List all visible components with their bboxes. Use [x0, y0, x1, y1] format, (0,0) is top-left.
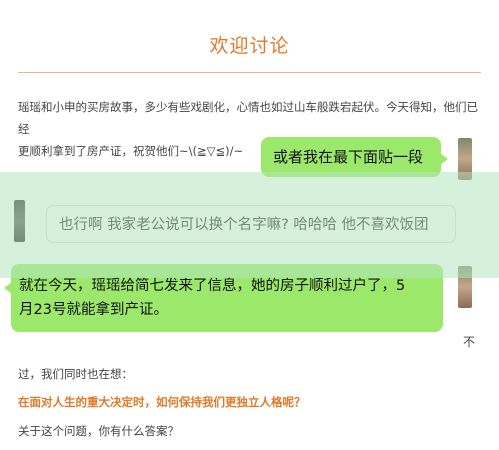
page-title: 欢迎讨论 [209, 35, 290, 57]
chat-bubble-green: 就在今天，瑶瑶给简七发来了信息，她的房子顺利过户了，5 月23号就能拿到产证。 [4, 264, 443, 332]
intro-line-1: 瑶瑶和小申的买房故事，多少有些戏剧化，心情也如过山车般跌宕起伏。今天得知，他们已… [18, 100, 478, 136]
question-highlight: 在面对人生的重大决定时，如何保持我们更独立人格呢？ [18, 395, 306, 409]
question-lead: 过，我们同时也在想： [18, 367, 133, 381]
chat-side-text: 不 [463, 335, 476, 349]
chat-bubble-line-2: 月23号就能拿到产证。 [19, 302, 168, 318]
title-divider [18, 72, 481, 73]
chat-bubble-line-1: 就在今天，瑶瑶给简七发来了信息，她的房子顺利过户了，5 [19, 278, 406, 294]
avatar [458, 138, 472, 180]
chat-bubble-right: 或者我在最下面贴一段 [261, 137, 448, 177]
chat-bubble-left: 也行啊 我家老公说可以换个名字嘛? 哈哈哈 他不喜欢饭团 [46, 205, 456, 243]
avatar [14, 200, 25, 242]
question-prompt: 关于这个问题，你有什么答案？ [18, 424, 179, 438]
avatar [458, 266, 472, 308]
